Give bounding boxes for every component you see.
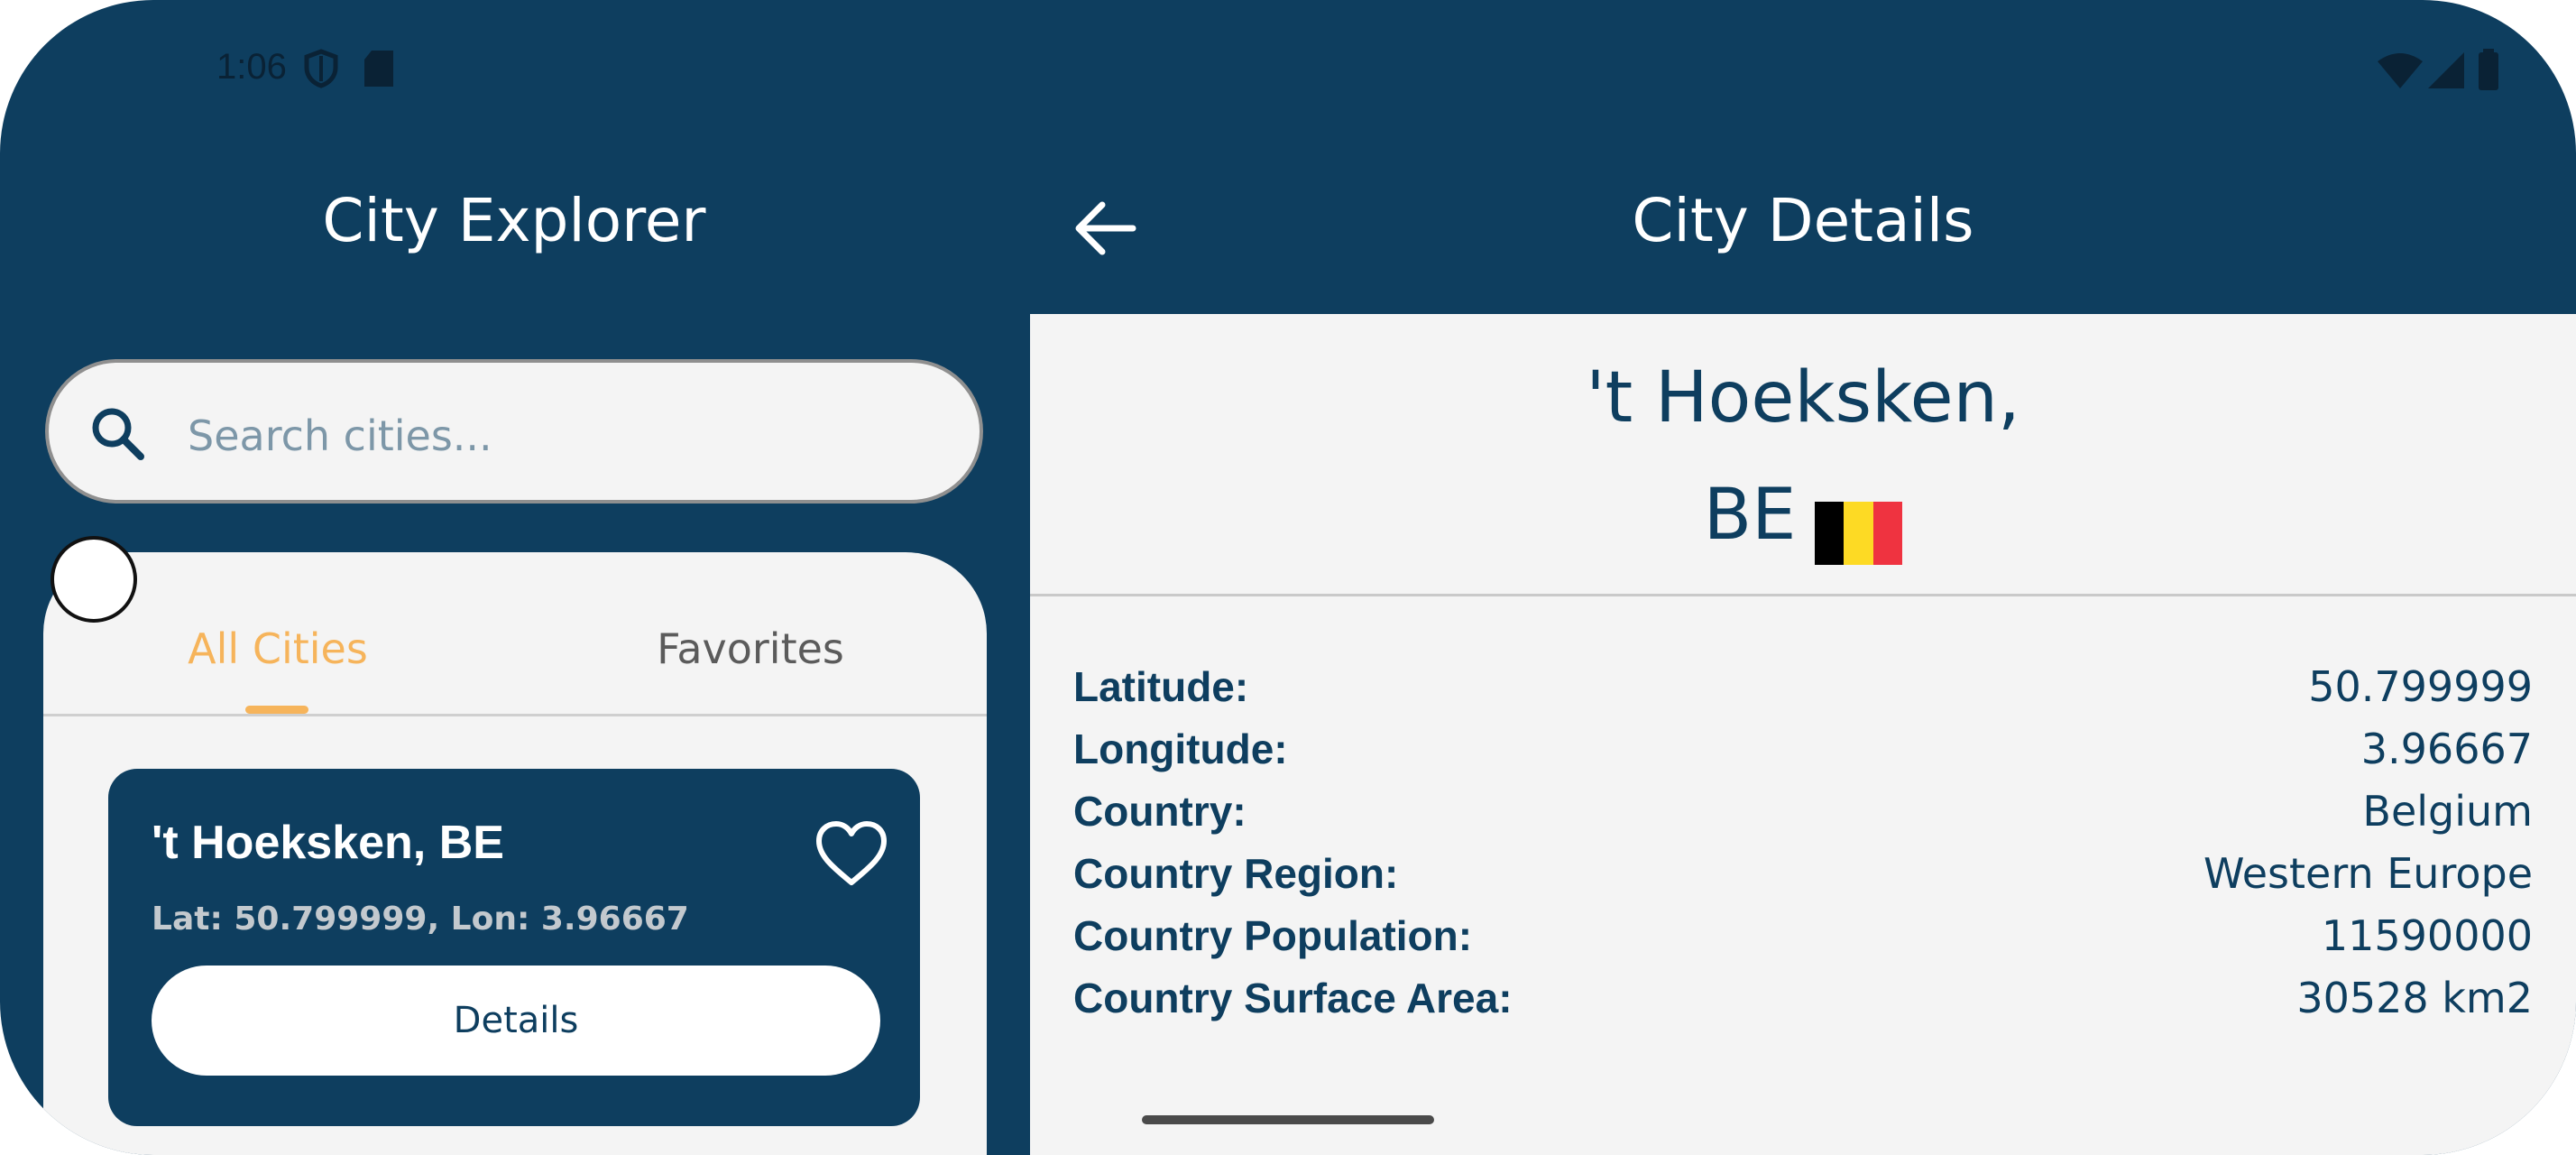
tab-favorites[interactable]: Favorites: [516, 624, 985, 673]
tab-indicator: [245, 706, 308, 714]
city-list-panel: All Cities Favorites 't Hoeksken, BE Lat…: [43, 552, 987, 1155]
country-code: BE: [1703, 475, 1797, 556]
tab-divider: [43, 714, 987, 716]
app-window: 1:06 City Explorer All Cities Favorites …: [0, 0, 2576, 1155]
cell-signal-icon: [2428, 52, 2464, 88]
city-name: 't Hoeksken,: [1586, 357, 2020, 439]
status-time: 1:06: [216, 47, 287, 87]
flag-stripe: [1844, 501, 1873, 565]
city-heading: 't Hoeksken, BE: [1030, 339, 2576, 574]
info-row-country: Country: Belgium: [1073, 787, 2533, 841]
info-label: Country Region:: [1073, 850, 1399, 897]
info-row-latitude: Latitude: 50.799999: [1073, 662, 2533, 716]
info-label: Country Surface Area:: [1073, 975, 1513, 1021]
info-label: Latitude:: [1073, 663, 1249, 710]
details-button[interactable]: Details: [152, 966, 880, 1076]
wifi-icon: [2378, 53, 2423, 88]
tab-all-cities[interactable]: All Cities: [43, 624, 512, 673]
info-value: 50.799999: [2308, 662, 2533, 711]
app-title: City Explorer: [322, 186, 706, 255]
flag-stripe: [1872, 501, 1902, 565]
info-value: Western Europe: [2203, 849, 2533, 898]
info-row-country-surface-area: Country Surface Area: 30528 km2: [1073, 974, 2533, 1028]
city-details-panel: 't Hoeksken, BE Latitude: 50.799999 Long…: [1030, 314, 2576, 1155]
country-code-line: BE: [1030, 457, 2576, 574]
info-row-longitude: Longitude: 3.96667: [1073, 725, 2533, 779]
home-indicator[interactable]: [1142, 1115, 1434, 1124]
city-card-coordinates: Lat: 50.799999, Lon: 3.96667: [152, 901, 689, 938]
search-bar[interactable]: [45, 359, 983, 504]
details-title: City Details: [1632, 186, 1974, 255]
info-value: 3.96667: [2360, 725, 2533, 773]
heading-divider: [1030, 594, 2576, 596]
info-label: Country Population:: [1073, 912, 1473, 959]
info-row-country-region: Country Region: Western Europe: [1073, 849, 2533, 903]
info-value: Belgium: [2362, 787, 2533, 836]
info-label: Country:: [1073, 788, 1247, 835]
search-icon: [92, 408, 144, 460]
heart-outline-icon[interactable]: [814, 819, 889, 888]
info-value: 30528 km2: [2296, 974, 2533, 1022]
sd-card-icon: [364, 51, 393, 87]
city-card[interactable]: 't Hoeksken, BE Lat: 50.799999, Lon: 3.9…: [108, 769, 920, 1126]
search-input[interactable]: [186, 395, 929, 476]
info-value: 11590000: [2321, 911, 2533, 960]
shield-icon: [304, 49, 338, 88]
touch-indicator: [51, 536, 137, 623]
city-card-title: 't Hoeksken, BE: [152, 817, 504, 869]
flag-stripe: [1814, 501, 1845, 565]
battery-icon: [2479, 49, 2498, 90]
belgium-flag-icon: [1814, 483, 1902, 565]
info-label: Longitude:: [1073, 725, 1288, 772]
info-row-country-population: Country Population: 11590000: [1073, 911, 2533, 966]
